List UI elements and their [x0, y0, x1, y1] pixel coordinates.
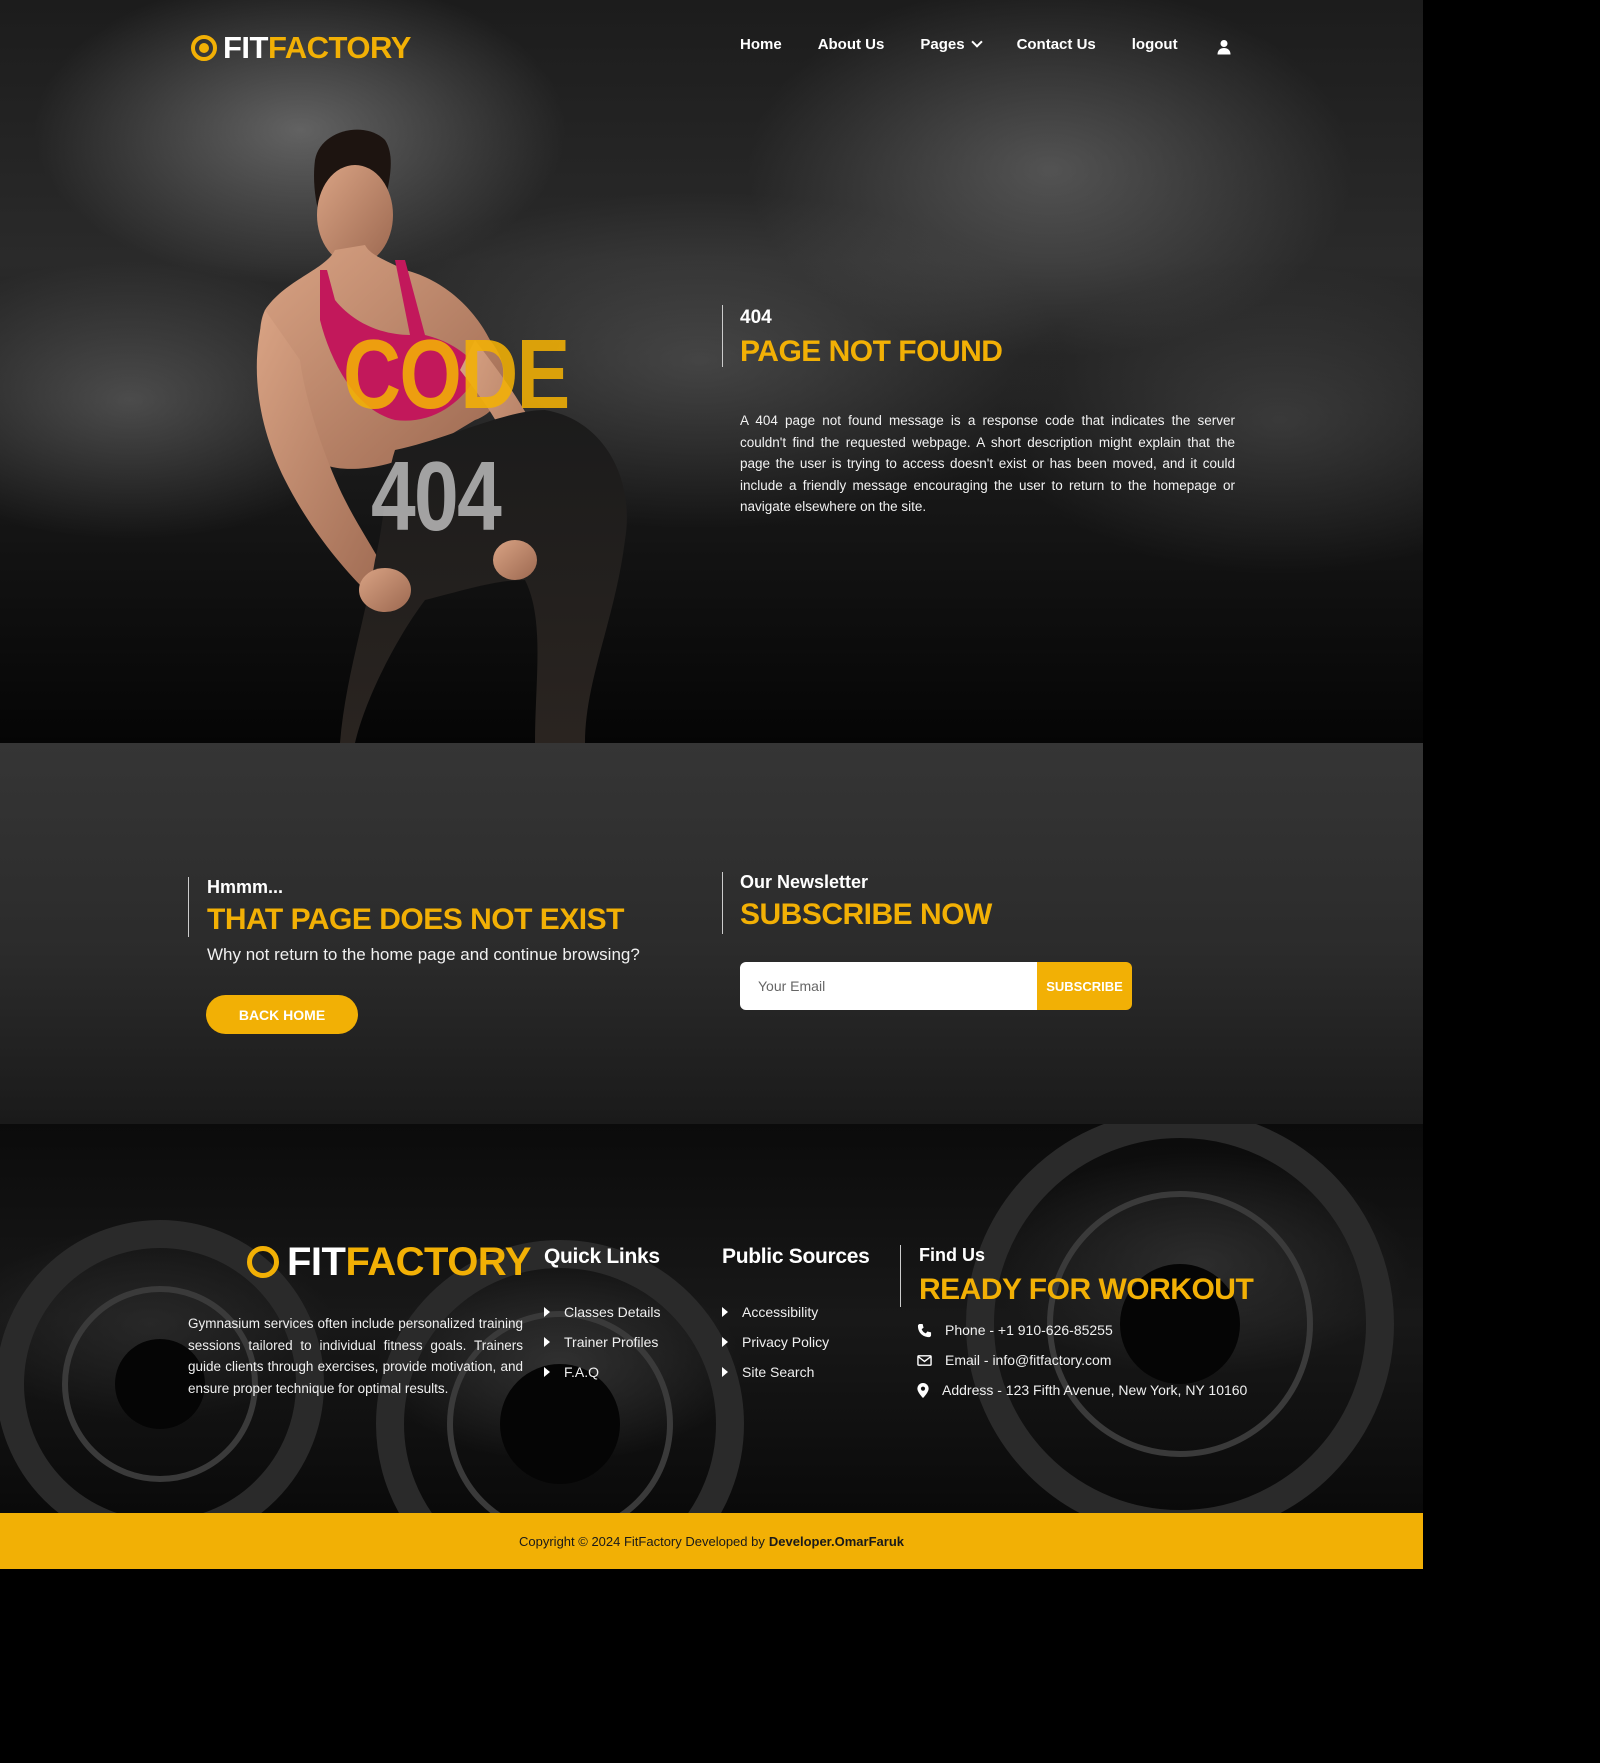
caret-right-icon — [722, 1367, 728, 1377]
logo-ring-icon — [191, 35, 217, 61]
caret-right-icon — [544, 1337, 550, 1347]
hero-section: FIT FACTORY Home About Us Pages Contact U… — [0, 0, 1423, 743]
find-us-kicker: Find Us — [919, 1245, 985, 1265]
user-icon[interactable] — [1216, 39, 1232, 55]
caret-right-icon — [544, 1307, 550, 1317]
divider-bar — [722, 872, 723, 934]
quick-links-title: Quick Links — [544, 1245, 660, 1268]
quick-link-classes-details[interactable]: Classes Details — [544, 1297, 660, 1327]
error-description: A 404 page not found message is a respon… — [740, 413, 1235, 514]
contact-email: Email - info@fitfactory.com — [917, 1345, 1247, 1375]
find-us-title: READY FOR WORKOUT — [919, 1273, 1254, 1306]
link-label: Site Search — [742, 1364, 815, 1380]
phone-icon — [917, 1323, 932, 1337]
envelope-icon — [917, 1354, 932, 1366]
copyright-bar: Copyright © 2024 FitFactory Developed by… — [0, 1513, 1423, 1569]
contact-address-text: Address - 123 Fifth Avenue, New York, NY… — [942, 1382, 1248, 1398]
contact-phone: Phone - +1 910-626-85255 — [917, 1315, 1247, 1345]
source-link-accessibility[interactable]: Accessibility — [722, 1297, 829, 1327]
top-navbar: FIT FACTORY Home About Us Pages Contact U… — [0, 0, 1423, 95]
not-found-title: THAT PAGE DOES NOT EXIST — [207, 903, 624, 936]
nav-home[interactable]: Home — [740, 36, 782, 53]
public-sources-list: Accessibility Privacy Policy Site Search — [722, 1297, 829, 1387]
nav-contact-us[interactable]: Contact Us — [1017, 36, 1096, 53]
subscribe-button[interactable]: SUBSCRIBE — [1037, 962, 1132, 1010]
contact-email-text: Email - info@fitfactory.com — [945, 1352, 1112, 1368]
contact-list: Phone - +1 910-626-85255 Email - info@fi… — [917, 1315, 1247, 1405]
brand-logo[interactable]: FIT FACTORY — [191, 30, 411, 66]
source-link-privacy-policy[interactable]: Privacy Policy — [722, 1327, 829, 1357]
nav-logout[interactable]: logout — [1132, 36, 1178, 53]
not-found-text: Why not return to the home page and cont… — [207, 945, 640, 964]
logo-text-factory: FACTORY — [345, 1239, 531, 1284]
quick-link-faq[interactable]: F.A.Q — [544, 1357, 660, 1387]
map-pin-icon — [917, 1382, 929, 1398]
quick-links-list: Classes Details Trainer Profiles F.A.Q — [544, 1297, 660, 1387]
code-watermark: CODE — [343, 319, 570, 429]
link-label: Trainer Profiles — [564, 1334, 659, 1350]
newsletter-title: SUBSCRIBE NOW — [740, 898, 992, 931]
subscribe-form: SUBSCRIBE — [740, 962, 1132, 1010]
divider-bar — [188, 877, 189, 937]
link-label: Accessibility — [742, 1304, 819, 1320]
footer-logo[interactable]: FIT FACTORY — [247, 1240, 531, 1284]
contact-address: Address - 123 Fifth Avenue, New York, NY… — [917, 1375, 1247, 1405]
quick-link-trainer-profiles[interactable]: Trainer Profiles — [544, 1327, 660, 1357]
code-number: 404 — [371, 441, 502, 551]
logo-ring-icon — [247, 1246, 279, 1278]
footer-about-text: Gymnasium services often include persona… — [188, 1316, 523, 1396]
back-home-button[interactable]: BACK HOME — [206, 995, 358, 1034]
caret-right-icon — [544, 1367, 550, 1377]
newsletter-kicker: Our Newsletter — [740, 872, 869, 892]
logo-text-factory: FACTORY — [268, 30, 411, 65]
link-label: F.A.Q — [564, 1364, 600, 1380]
nav-pages-label: Pages — [920, 36, 965, 53]
developer-link[interactable]: Developer.OmarFaruk — [769, 1534, 904, 1549]
page-title: PAGE NOT FOUND — [740, 335, 1003, 368]
athlete-image — [256, 129, 627, 743]
copyright-text: Copyright © 2024 FitFactory Developed by — [519, 1533, 765, 1549]
nav-pages[interactable]: Pages — [920, 36, 983, 53]
divider-bar — [900, 1245, 901, 1307]
not-found-kicker: Hmmm... — [207, 877, 284, 897]
logo-text-fit: FIT — [287, 1239, 346, 1284]
divider-bar — [722, 305, 723, 367]
logo-text-fit: FIT — [223, 30, 269, 65]
nav-about-us[interactable]: About Us — [818, 36, 885, 53]
caret-right-icon — [722, 1337, 728, 1347]
main-menu: Home About Us Pages Contact Us logout — [740, 36, 1214, 53]
link-label: Privacy Policy — [742, 1334, 830, 1350]
error-code-label: 404 — [740, 307, 772, 328]
link-label: Classes Details — [564, 1304, 661, 1320]
email-input[interactable] — [740, 962, 1037, 1010]
contact-phone-text: Phone - +1 910-626-85255 — [945, 1322, 1113, 1338]
chevron-down-icon — [970, 36, 983, 48]
source-link-site-search[interactable]: Site Search — [722, 1357, 829, 1387]
caret-right-icon — [722, 1307, 728, 1317]
public-sources-title: Public Sources — [722, 1245, 870, 1268]
